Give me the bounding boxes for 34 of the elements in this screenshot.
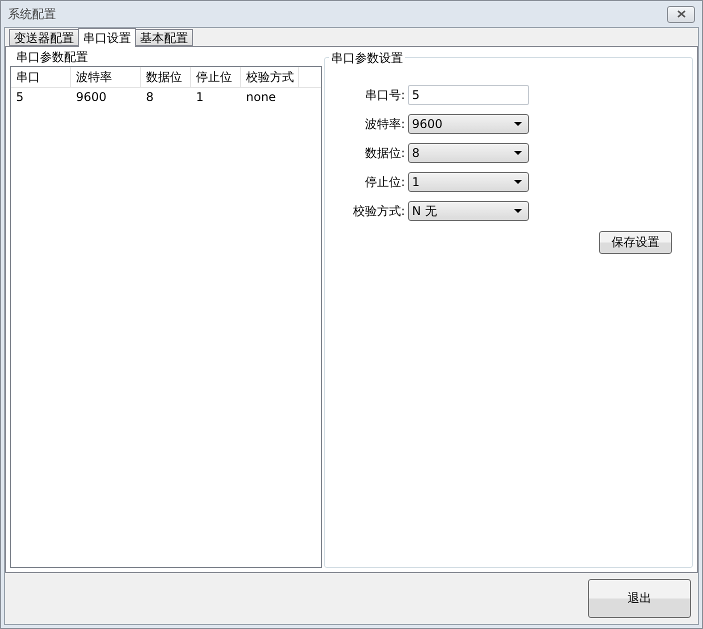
- dropdown[interactable]: 9600: [408, 114, 529, 134]
- tab[interactable]: 基本配置: [135, 29, 193, 46]
- tab[interactable]: 串口设置: [78, 28, 136, 47]
- caret-icon: [514, 180, 522, 184]
- column-header[interactable]: 校验方式: [241, 67, 299, 87]
- save-button[interactable]: 保存设置: [599, 231, 672, 254]
- caret-icon: [514, 209, 522, 213]
- close-icon: [676, 10, 686, 18]
- exit-button[interactable]: 退出: [588, 579, 691, 618]
- input-field[interactable]: 5: [408, 85, 529, 105]
- group-title: 串口参数设置: [329, 50, 405, 67]
- field-label: 串口号:: [364, 86, 405, 104]
- close-button[interactable]: [667, 6, 695, 22]
- caret-icon: [514, 122, 522, 126]
- column-header[interactable]: 停止位: [191, 67, 241, 87]
- table-cell-text: 9600: [75, 89, 108, 106]
- field-label: 停止位:: [364, 174, 405, 190]
- group-title: 串口参数配置: [15, 50, 89, 64]
- field-label: 校验方式:: [352, 202, 405, 220]
- column-header[interactable]: 波特率: [71, 67, 141, 87]
- caret-icon: [514, 151, 522, 155]
- table-cell-text: 8: [145, 89, 155, 106]
- table-cell-text: 5: [15, 89, 25, 106]
- table-cell-text: none: [245, 89, 277, 106]
- tab[interactable]: 变送器配置: [9, 29, 79, 46]
- dropdown[interactable]: 1: [408, 172, 529, 192]
- column-header[interactable]: 串口: [11, 67, 71, 87]
- dropdown[interactable]: N 无: [408, 201, 529, 221]
- field-label: 数据位:: [364, 144, 405, 162]
- window-title: 系统配置: [8, 6, 56, 22]
- table-cell-text: 1: [195, 89, 205, 106]
- dropdown[interactable]: 8: [408, 143, 529, 163]
- column-header[interactable]: 数据位: [141, 67, 191, 87]
- field-label: 波特率:: [364, 116, 405, 132]
